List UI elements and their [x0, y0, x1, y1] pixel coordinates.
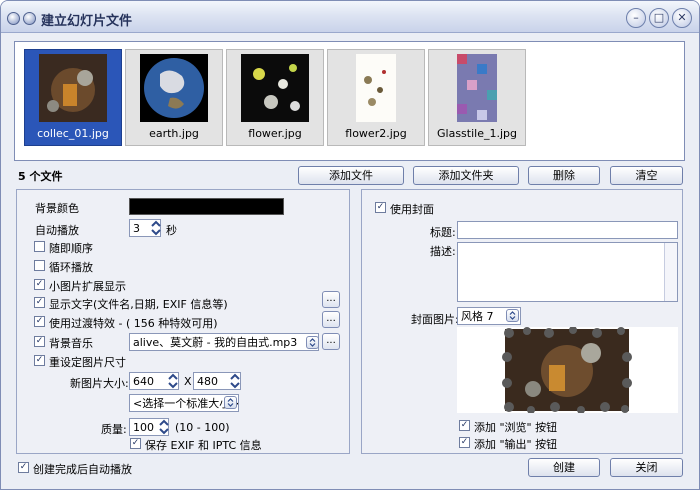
bg-color-label: 背景颜色 [35, 202, 79, 215]
add-folder-button[interactable]: 添加文件夹 [413, 166, 519, 185]
autoplay-spin-icon[interactable] [150, 219, 162, 237]
create-button[interactable]: 创建 [528, 458, 600, 477]
thumbnail-item[interactable]: collec_01.jpg [24, 49, 122, 146]
autoplay-label: 自动播放 [35, 224, 79, 237]
show-text-options-button[interactable]: ... [322, 291, 340, 308]
thumbnail-caption: flower.jpg [248, 127, 302, 140]
keep-exif-checkbox[interactable]: ✓ [130, 438, 141, 449]
cover-preview [457, 326, 678, 414]
transition-label: 使用过渡特效 - ( 156 种特效可用) [49, 317, 218, 330]
add-browse-label: 添加 "浏览" 按钮 [474, 421, 558, 434]
settings-panel: 背景颜色 自动播放 3 秒 随即顺序 循环播放 ✓ 小图片扩展显示 ✓ 显示文字… [16, 189, 350, 454]
thumbnail-image [241, 54, 309, 122]
transition-options-button[interactable]: ... [322, 311, 340, 328]
thumbnail-item[interactable]: Glasstile_1.jpg [428, 49, 526, 146]
dropdown-arrow-icon[interactable] [506, 309, 519, 322]
window-title: 建立幻灯片文件 [41, 14, 133, 29]
times-sign: X [184, 375, 192, 388]
quality-label: 质量: [101, 423, 127, 436]
cover-title-input[interactable] [457, 221, 678, 239]
quality-range: (10 - 100) [175, 421, 230, 434]
minimize-icon[interactable]: – [626, 8, 646, 28]
slideshow-dialog: 建立幻灯片文件 – □ ✕ collec_01.jpg earth.jpg fl… [0, 0, 700, 490]
quality-spin-icon[interactable] [158, 418, 170, 436]
thumbnail-caption: collec_01.jpg [37, 127, 109, 140]
add-file-button[interactable]: 添加文件 [298, 166, 404, 185]
thumbnail-item[interactable]: flower2.jpg [327, 49, 425, 146]
bg-color-swatch[interactable] [129, 198, 284, 215]
thumbnail-caption: Glasstile_1.jpg [437, 127, 517, 140]
add-output-checkbox[interactable]: ✓ [459, 437, 470, 448]
thumbnail-image [140, 54, 208, 122]
cover-desc-textarea[interactable] [457, 242, 678, 302]
bg-music-label: 背景音乐 [49, 337, 93, 350]
app-icon[interactable] [7, 12, 20, 25]
keep-exif-label: 保存 EXIF 和 IPTC 信息 [145, 439, 262, 452]
use-cover-label: 使用封面 [390, 203, 434, 216]
autoplay-after-checkbox[interactable]: ✓ [18, 462, 29, 473]
thumbnail-item[interactable]: earth.jpg [125, 49, 223, 146]
autoplay-after-label: 创建完成后自动播放 [33, 463, 132, 476]
dropdown-arrow-icon[interactable] [306, 336, 319, 349]
pin-icon[interactable] [23, 12, 36, 25]
add-output-label: 添加 "输出" 按钮 [474, 438, 558, 451]
thumbnail-item[interactable]: flower.jpg [226, 49, 324, 146]
close-button[interactable]: 关闭 [610, 458, 683, 477]
file-count: 5 个文件 [18, 170, 63, 183]
clear-button[interactable]: 清空 [610, 166, 683, 185]
random-order-checkbox[interactable] [34, 241, 45, 252]
expand-small-checkbox[interactable]: ✓ [34, 279, 45, 290]
expand-small-label: 小图片扩展显示 [49, 280, 126, 293]
random-order-label: 随即顺序 [49, 242, 93, 255]
desc-scrollbar[interactable] [664, 243, 677, 301]
dropdown-arrow-icon[interactable] [224, 396, 237, 409]
cover-title-label: 标题: [430, 226, 456, 239]
cover-image-label: 封面图片: [411, 313, 459, 326]
close-icon[interactable]: ✕ [672, 8, 692, 28]
thumbnail-caption: flower2.jpg [345, 127, 407, 140]
transition-checkbox[interactable]: ✓ [34, 316, 45, 327]
show-text-checkbox[interactable]: ✓ [34, 297, 45, 308]
resize-label: 重设定图片尺寸 [49, 356, 126, 369]
standard-size-select[interactable]: <选择一个标准大小> [129, 394, 239, 412]
music-browse-button[interactable]: ... [322, 333, 340, 350]
cover-preview-image [502, 326, 632, 414]
thumbnail-image [356, 54, 396, 122]
title-bar: 建立幻灯片文件 – □ ✕ [1, 1, 699, 33]
loop-play-label: 循环播放 [49, 261, 93, 274]
delete-button[interactable]: 删除 [528, 166, 600, 185]
loop-play-checkbox[interactable] [34, 260, 45, 271]
thumbnail-strip[interactable]: collec_01.jpg earth.jpg flower.jpg flowe… [14, 41, 685, 161]
music-select[interactable]: alive、莫文蔚 - 我的自由式.mp3 [129, 333, 319, 351]
new-size-label: 新图片大小: [70, 377, 129, 390]
width-spin-icon[interactable] [167, 372, 179, 390]
thumbnail-image [457, 54, 497, 122]
thumbnail-image [39, 54, 107, 122]
maximize-icon[interactable]: □ [649, 8, 669, 28]
resize-checkbox[interactable]: ✓ [34, 355, 45, 366]
height-spin-icon[interactable] [229, 372, 241, 390]
thumbnail-caption: earth.jpg [149, 127, 199, 140]
use-cover-checkbox[interactable]: ✓ [375, 202, 386, 213]
cover-desc-label: 描述: [430, 245, 456, 258]
show-text-label: 显示文字(文件名,日期, EXIF 信息等) [49, 298, 228, 311]
cover-panel: ✓ 使用封面 标题: 描述: 封面图片: 风格 7 ✓ 添加 "浏览" 按钮 ✓… [361, 189, 683, 454]
bg-music-checkbox[interactable]: ✓ [34, 336, 45, 347]
add-browse-checkbox[interactable]: ✓ [459, 420, 470, 431]
autoplay-unit: 秒 [166, 224, 177, 237]
